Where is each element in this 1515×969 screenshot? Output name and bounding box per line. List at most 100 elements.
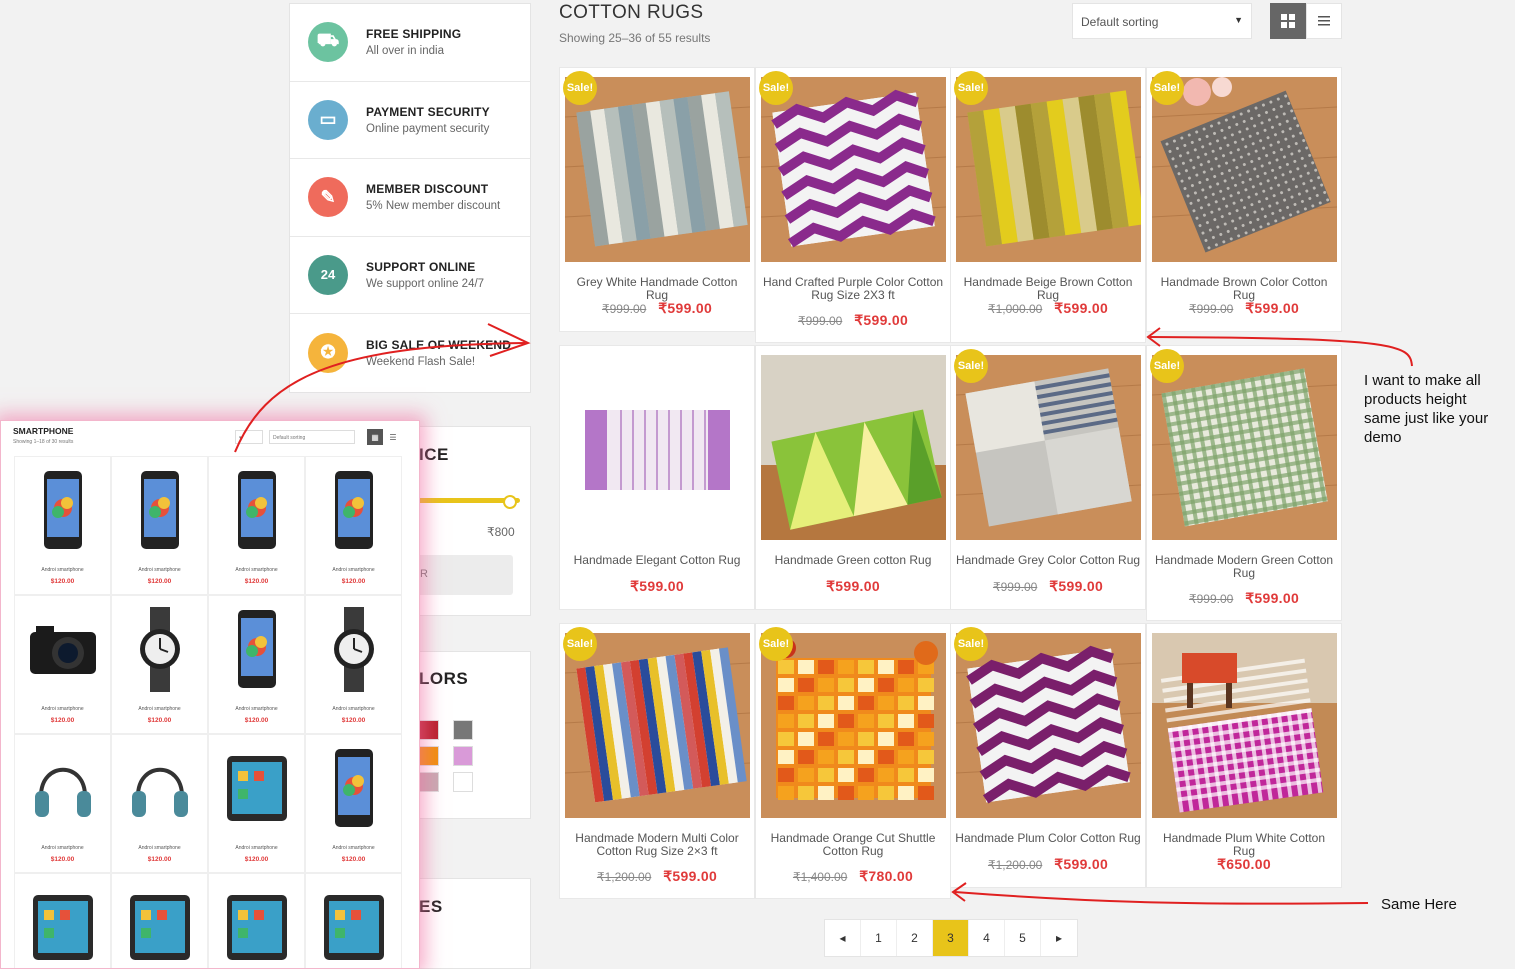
prev-page-button[interactable]: ◂ <box>825 920 861 956</box>
inset-product-image <box>28 465 98 555</box>
inset-product-card: Androi smartphone $120.00 <box>111 456 208 595</box>
feature-title: SUPPORT ONLINE <box>366 259 476 274</box>
color-swatch[interactable] <box>453 772 473 792</box>
product-image[interactable] <box>761 633 946 818</box>
inset-product-name: Androi smartphone <box>138 567 181 573</box>
feature-title: MEMBER DISCOUNT <box>366 182 489 197</box>
old-price: ₹999.00 <box>992 580 1038 594</box>
product-card[interactable]: Sale! Hand Crafted Purple Color Cotton R… <box>755 67 951 343</box>
inset-product-price: $120.00 <box>341 717 366 724</box>
inset-product-name: Androi smartphone <box>332 567 375 573</box>
price-max-label: ₹800 <box>487 525 515 539</box>
inset-product-price: $120.00 <box>50 856 75 863</box>
product-card[interactable]: Sale! Handmade Modern Green Cotton Rug ₹… <box>1146 345 1342 621</box>
product-name[interactable]: Handmade Plum Color Cotton Rug <box>955 832 1141 845</box>
product-price-row: ₹599.00 <box>756 578 950 595</box>
sale-price: ₹599.00 <box>663 868 718 884</box>
truck-icon: ⛟ <box>308 22 348 63</box>
caret-down-icon: ▼ <box>1234 15 1243 25</box>
product-price-row: ₹599.00 <box>560 578 754 595</box>
product-name[interactable]: Handmade Modern Multi Color Cotton Rug S… <box>564 832 750 857</box>
product-card[interactable]: Sale! Handmade Grey Color Cotton Rug ₹99… <box>950 345 1146 610</box>
product-image[interactable] <box>1152 633 1337 818</box>
page-4-button[interactable]: 4 <box>969 920 1005 956</box>
color-swatch[interactable] <box>453 720 473 740</box>
inset-product-name: Androi smartphone <box>332 845 375 851</box>
product-name[interactable]: Grey White Handmade Cotton Rug <box>564 276 750 301</box>
color-swatch[interactable] <box>419 720 439 740</box>
page-3-button[interactable]: 3 <box>933 920 969 956</box>
product-name[interactable]: Hand Crafted Purple Color Cotton Rug Siz… <box>760 276 946 301</box>
old-price: ₹999.00 <box>1188 302 1234 316</box>
product-name[interactable]: Handmade Orange Cut Shuttle Cotton Rug <box>760 832 946 857</box>
product-price-row: ₹999.00 ₹599.00 <box>756 312 950 329</box>
product-name[interactable]: Handmade Elegant Cotton Rug <box>564 554 750 567</box>
sale-price: ₹599.00 <box>854 312 909 328</box>
product-image[interactable] <box>956 77 1141 262</box>
inset-result-count: Showing 1–18 of 30 results <box>13 439 74 445</box>
grid-view-button[interactable] <box>1270 3 1306 39</box>
inset-product-image <box>125 465 195 555</box>
product-card[interactable]: Sale! Grey White Handmade Cotton Rug ₹99… <box>559 67 755 332</box>
sale-badge: Sale! <box>954 627 988 661</box>
sale-badge: Sale! <box>954 349 988 383</box>
inset-product-price: $120.00 <box>147 578 172 585</box>
color-swatch[interactable] <box>419 772 439 792</box>
product-name[interactable]: Handmade Modern Green Cotton Rug <box>1151 554 1337 579</box>
inset-product-image <box>28 882 98 968</box>
inset-product-image <box>222 604 292 694</box>
product-name[interactable]: Handmade Plum White Cotton Rug <box>1151 832 1337 857</box>
price-slider-handle[interactable] <box>503 495 517 509</box>
sale-badge: Sale! <box>759 71 793 105</box>
inset-product-image <box>222 743 292 833</box>
feature-item: 24 SUPPORT ONLINE We support online 24/7 <box>290 237 530 314</box>
feature-glyph: ✎ <box>320 186 336 207</box>
annotation-note-1: I want to make all products height same … <box>1364 372 1489 446</box>
annotation-note-2: Same Here <box>1381 896 1457 913</box>
sale-price: ₹599.00 <box>1049 578 1104 594</box>
product-card[interactable]: Sale! Handmade Plum Color Cotton Rug ₹1,… <box>950 623 1146 888</box>
page-1-button[interactable]: 1 <box>861 920 897 956</box>
next-page-button[interactable]: ▸ <box>1041 920 1077 956</box>
product-price-row: ₹1,200.00 ₹599.00 <box>560 868 754 885</box>
page-5-button[interactable]: 5 <box>1005 920 1041 956</box>
product-price-row: ₹999.00 ₹599.00 <box>1147 590 1341 607</box>
product-card[interactable]: Handmade Plum White Cotton Rug ₹650.00 <box>1146 623 1342 888</box>
product-image[interactable] <box>565 633 750 818</box>
product-image[interactable] <box>565 77 750 262</box>
product-name[interactable]: Handmade Grey Color Cotton Rug <box>955 554 1141 567</box>
product-image[interactable] <box>956 633 1141 818</box>
inset-product-price: $120.00 <box>50 578 75 585</box>
product-card[interactable]: Sale! Handmade Beige Brown Cotton Rug ₹1… <box>950 67 1146 343</box>
product-image[interactable] <box>1152 355 1337 540</box>
product-name[interactable]: Handmade Beige Brown Cotton Rug <box>955 276 1141 301</box>
product-card[interactable]: Sale! Handmade Orange Cut Shuttle Cotton… <box>755 623 951 899</box>
product-card[interactable]: Sale! Handmade Brown Color Cotton Rug ₹9… <box>1146 67 1342 332</box>
inset-product-price: $120.00 <box>147 717 172 724</box>
product-card[interactable]: Handmade Elegant Cotton Rug ₹599.00 <box>559 345 755 610</box>
sort-select[interactable]: Default sorting ▼ <box>1072 3 1252 39</box>
sale-price: ₹599.00 <box>658 300 713 316</box>
feature-glyph: ✪ <box>320 342 336 363</box>
color-swatch[interactable] <box>453 746 473 766</box>
inset-product-name: Androi smartphone <box>41 567 84 573</box>
product-image[interactable] <box>761 77 946 262</box>
product-image[interactable] <box>565 355 750 540</box>
list-view-button[interactable] <box>1306 3 1342 39</box>
product-name[interactable]: Handmade Green cotton Rug <box>760 554 946 567</box>
sale-badge: Sale! <box>563 71 597 105</box>
product-card[interactable]: Sale! Handmade Modern Multi Color Cotton… <box>559 623 755 899</box>
page-2-button[interactable]: 2 <box>897 920 933 956</box>
list-icon <box>1318 16 1330 26</box>
inset-product-image <box>319 743 389 833</box>
product-image[interactable] <box>1152 77 1337 262</box>
product-name[interactable]: Handmade Brown Color Cotton Rug <box>1151 276 1337 301</box>
product-card[interactable]: Handmade Green cotton Rug ₹599.00 <box>755 345 951 610</box>
product-price-row: ₹999.00 ₹599.00 <box>1147 300 1341 317</box>
sale-price: ₹780.00 <box>859 868 914 884</box>
product-price-row: ₹650.00 <box>1147 856 1341 873</box>
product-image[interactable] <box>956 355 1141 540</box>
product-image[interactable] <box>761 355 946 540</box>
color-swatch[interactable] <box>419 746 439 766</box>
filter-button-label: R <box>420 568 428 580</box>
